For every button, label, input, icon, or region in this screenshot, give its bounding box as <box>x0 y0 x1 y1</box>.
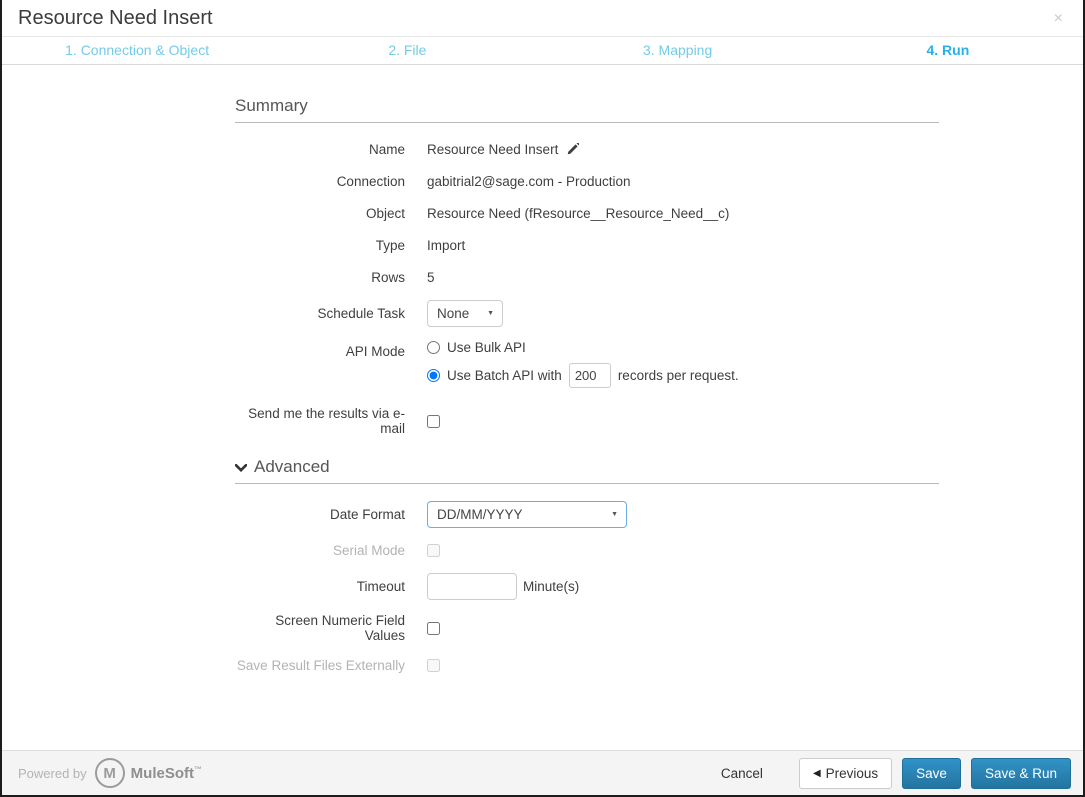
email-results-label: Send me the results via e-mail <box>248 406 405 436</box>
mulesoft-logo-icon: M <box>94 758 125 788</box>
trademark-symbol: ™ <box>193 764 202 774</box>
page-title: Resource Need Insert <box>18 7 213 29</box>
summary-section: Summary Name Resource Need Insert Connec… <box>235 96 939 436</box>
save-and-run-button[interactable]: Save & Run <box>970 757 1071 789</box>
dialog-header: Resource Need Insert × <box>2 0 1083 37</box>
api-mode-row: API Mode Use Bulk API Use Batch API with… <box>235 340 939 388</box>
api-mode-label: API Mode <box>345 344 405 359</box>
connection-label: Connection <box>336 174 405 189</box>
rows-row: Rows 5 <box>235 268 939 287</box>
schedule-task-label: Schedule Task <box>317 306 405 321</box>
save-result-row: Save Result Files Externally <box>235 656 939 675</box>
name-label: Name <box>368 142 405 157</box>
email-results-checkbox[interactable] <box>427 414 440 428</box>
tab-mapping[interactable]: 3. Mapping <box>543 37 813 64</box>
tab-connection-object[interactable]: 1. Connection & Object <box>2 37 272 64</box>
bulk-api-option[interactable]: Use Bulk API <box>427 340 739 355</box>
timeout-unit: Minute(s) <box>523 579 580 594</box>
serial-mode-row: Serial Mode <box>235 541 939 560</box>
screen-numeric-label: Screen Numeric Field Values <box>275 613 405 643</box>
object-row: Object Resource Need (fResource__Resourc… <box>235 204 939 223</box>
screen-numeric-row: Screen Numeric Field Values <box>235 613 939 643</box>
tab-file[interactable]: 2. File <box>272 37 542 64</box>
rows-value: 5 <box>427 270 435 285</box>
name-row: Name Resource Need Insert <box>235 140 939 159</box>
type-label: Type <box>375 238 405 253</box>
close-icon[interactable]: × <box>1050 9 1067 29</box>
name-value: Resource Need Insert <box>427 142 580 157</box>
tab-run[interactable]: 4. Run <box>813 37 1083 64</box>
mulesoft-brand: MuleSoft™ <box>130 764 202 782</box>
save-button[interactable]: Save <box>902 757 961 789</box>
timeout-input[interactable] <box>427 573 517 600</box>
previous-button[interactable]: ◀ Previous <box>798 757 893 789</box>
save-result-checkbox <box>427 659 440 672</box>
wizard-steps: 1. Connection & Object 2. File 3. Mappin… <box>2 37 1083 65</box>
timeout-row: Timeout Minute(s) <box>235 573 939 600</box>
cancel-button[interactable]: Cancel <box>721 766 763 781</box>
rows-label: Rows <box>371 270 405 285</box>
summary-heading: Summary <box>235 96 939 123</box>
edit-name-pencil-icon[interactable] <box>566 143 580 156</box>
object-value: Resource Need (fResource__Resource_Need_… <box>427 206 730 221</box>
dialog-footer: Powered by M MuleSoft™ Cancel ◀ Previous… <box>2 750 1083 795</box>
api-mode-options: Use Bulk API Use Batch API with records … <box>427 340 739 388</box>
advanced-section: Advanced Date Format DD/MM/YYYY Serial M… <box>235 457 939 675</box>
screen-numeric-checkbox[interactable] <box>427 621 440 635</box>
bulk-api-radio[interactable] <box>427 341 440 354</box>
batch-api-option[interactable]: Use Batch API with records per request. <box>427 363 739 388</box>
powered-by-text: Powered by <box>18 765 87 781</box>
save-result-label: Save Result Files Externally <box>236 658 405 673</box>
type-row: Type Import <box>235 236 939 255</box>
serial-mode-checkbox <box>427 544 440 557</box>
task-wizard-dialog: Resource Need Insert × 1. Connection & O… <box>0 0 1085 797</box>
previous-arrow-icon: ◀ <box>812 767 821 779</box>
date-format-label: Date Format <box>329 507 405 522</box>
schedule-task-select[interactable]: None <box>427 300 503 327</box>
schedule-task-row: Schedule Task None <box>235 300 939 327</box>
date-format-select[interactable]: DD/MM/YYYY <box>427 501 627 528</box>
chevron-down-icon <box>235 464 247 472</box>
advanced-heading[interactable]: Advanced <box>235 457 939 484</box>
batch-api-radio[interactable] <box>427 369 440 382</box>
email-results-row: Send me the results via e-mail <box>235 406 939 436</box>
powered-by-block: Powered by M MuleSoft™ <box>18 758 202 788</box>
batch-size-input[interactable] <box>568 363 611 388</box>
date-format-row: Date Format DD/MM/YYYY <box>235 501 939 528</box>
connection-row: Connection gabitrial2@sage.com - Product… <box>235 172 939 191</box>
timeout-label: Timeout <box>356 579 405 594</box>
connection-value: gabitrial2@sage.com - Production <box>427 174 631 189</box>
serial-mode-label: Serial Mode <box>332 543 405 558</box>
object-label: Object <box>365 206 405 221</box>
wizard-content: Summary Name Resource Need Insert Connec… <box>2 65 1083 750</box>
type-value: Import <box>427 238 466 253</box>
footer-actions: Cancel ◀ Previous Save Save & Run <box>721 757 1071 789</box>
